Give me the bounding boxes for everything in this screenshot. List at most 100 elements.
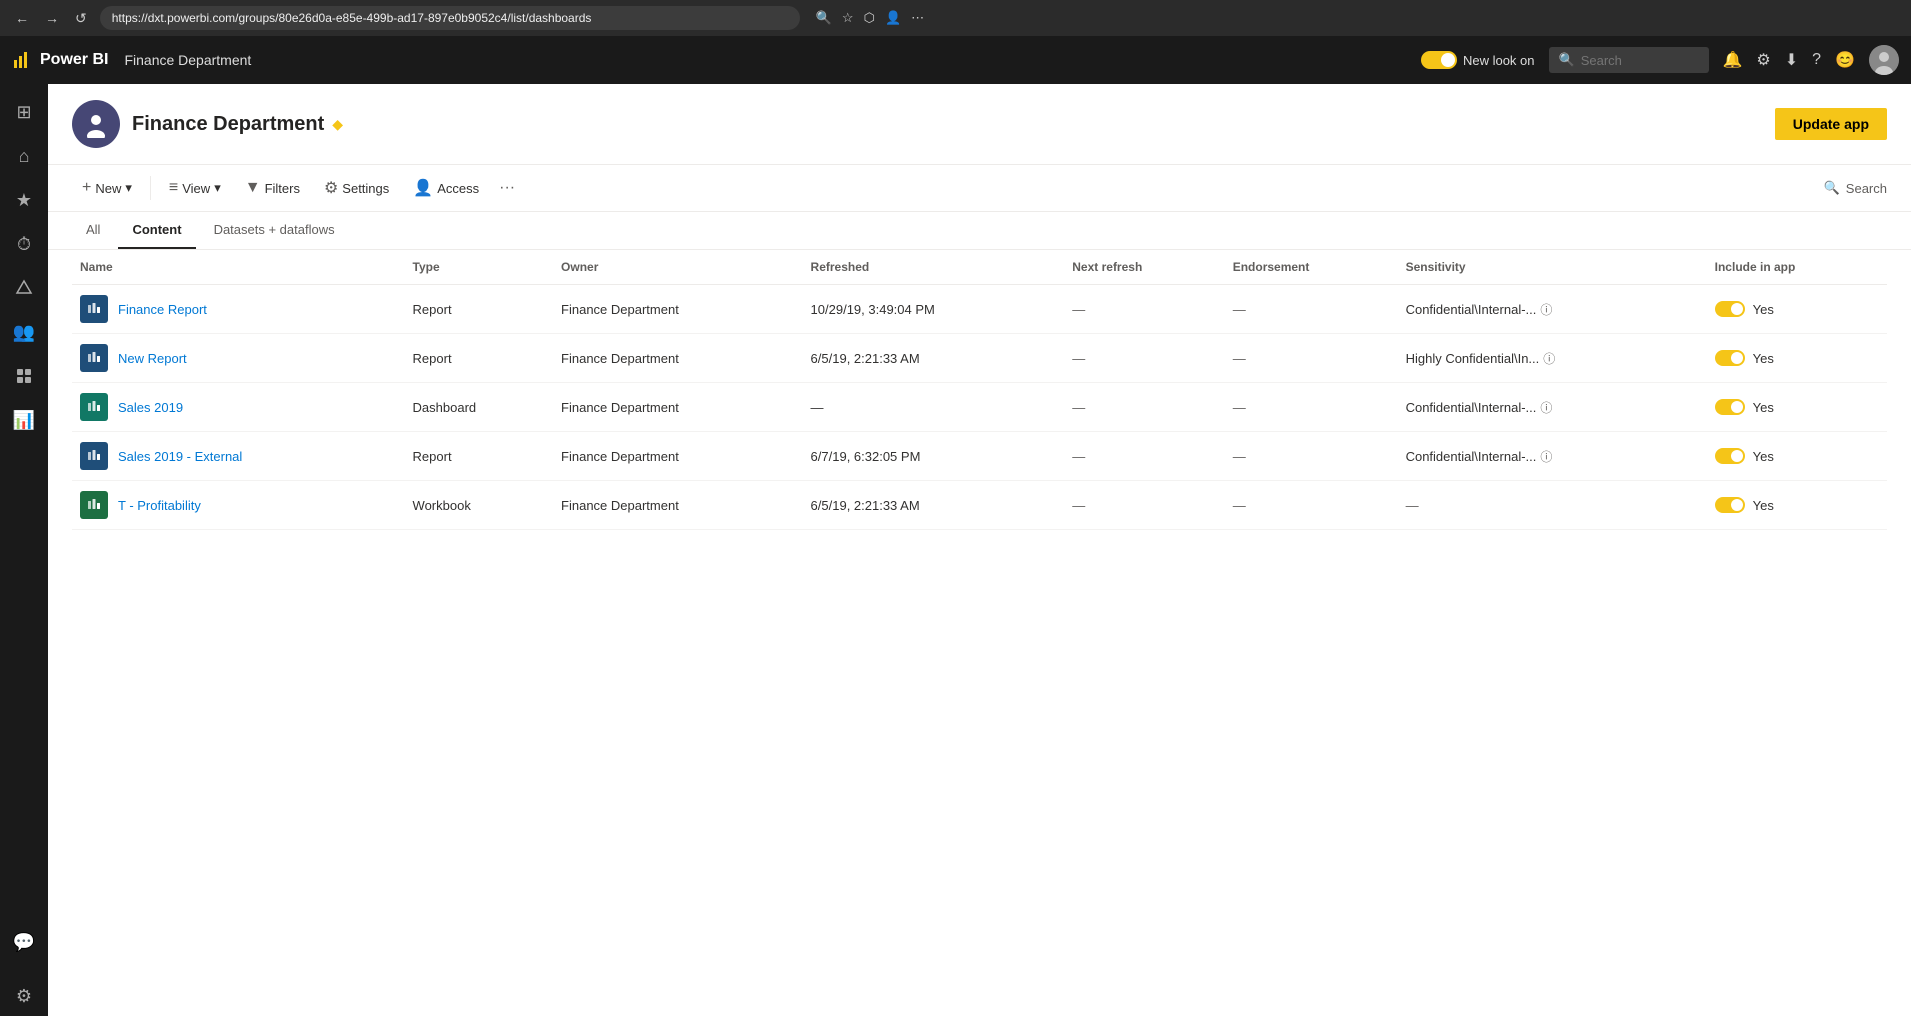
cell-sensitivity-0: Confidential\Internal-...ⓘ bbox=[1398, 285, 1707, 334]
sensitivity-info-icon-0[interactable]: ⓘ bbox=[1540, 303, 1552, 317]
new-look-label: New look on bbox=[1463, 53, 1535, 68]
star-icon[interactable]: ☆ bbox=[842, 10, 854, 26]
table-row: T - Profitability Workbook Finance Depar… bbox=[72, 481, 1887, 530]
content-table: Name Type Owner Refreshed Next refresh E… bbox=[48, 250, 1911, 530]
item-name-1[interactable]: New Report bbox=[118, 351, 187, 366]
sidebar: ⊞ ⌂ ★ ⏱ 👥 📊 💬 ⚙ bbox=[0, 84, 48, 1016]
notifications-icon[interactable]: 🔔 bbox=[1723, 50, 1743, 70]
help-icon[interactable]: ? bbox=[1812, 51, 1821, 69]
filters-button[interactable]: ▼ Filters bbox=[235, 174, 310, 202]
more-options-button[interactable]: ··· bbox=[493, 177, 521, 199]
include-toggle-1[interactable] bbox=[1715, 350, 1745, 366]
sidebar-item-shared[interactable]: 👥 bbox=[4, 312, 44, 352]
cell-refreshed-3: 6/7/19, 6:32:05 PM bbox=[803, 432, 1065, 481]
sidebar-item-settings-bottom[interactable]: ⚙ bbox=[4, 976, 44, 1016]
sensitivity-text-2: Confidential\Internal-... bbox=[1406, 400, 1537, 415]
more-browser-icon[interactable]: ⋯ bbox=[911, 10, 924, 26]
sidebar-item-apps[interactable] bbox=[4, 268, 44, 308]
table-row: Sales 2019 - External Report Finance Dep… bbox=[72, 432, 1887, 481]
tab-datasets[interactable]: Datasets + dataflows bbox=[200, 212, 349, 249]
extension-icon[interactable]: ⬡ bbox=[864, 10, 875, 26]
sidebar-item-recent[interactable]: ⏱ bbox=[4, 224, 44, 264]
access-button[interactable]: 👤 Access bbox=[403, 173, 489, 203]
toolbar-search[interactable]: 🔍 Search bbox=[1824, 180, 1887, 196]
col-header-include: Include in app bbox=[1707, 250, 1887, 285]
include-label-2: Yes bbox=[1753, 400, 1774, 415]
new-button[interactable]: + New ▾ bbox=[72, 174, 142, 202]
col-header-type: Type bbox=[405, 250, 553, 285]
item-icon-0 bbox=[80, 295, 108, 323]
item-name-3[interactable]: Sales 2019 - External bbox=[118, 449, 242, 464]
item-name-2[interactable]: Sales 2019 bbox=[118, 400, 183, 415]
sidebar-item-learn[interactable]: 💬 bbox=[4, 922, 44, 962]
search-box[interactable]: 🔍 bbox=[1549, 47, 1709, 73]
search-box-icon: 🔍 bbox=[1559, 52, 1575, 68]
item-icon-2 bbox=[80, 393, 108, 421]
tab-content[interactable]: Content bbox=[118, 212, 195, 249]
cell-owner-2: Finance Department bbox=[553, 383, 803, 432]
cell-owner-4: Finance Department bbox=[553, 481, 803, 530]
cell-owner-3: Finance Department bbox=[553, 432, 803, 481]
tab-all[interactable]: All bbox=[72, 212, 114, 249]
include-toggle-0[interactable] bbox=[1715, 301, 1745, 317]
new-look-toggle[interactable]: New look on bbox=[1421, 51, 1535, 69]
include-toggle-4[interactable] bbox=[1715, 497, 1745, 513]
download-icon[interactable]: ⬇ bbox=[1785, 50, 1798, 70]
col-header-owner: Owner bbox=[553, 250, 803, 285]
cell-type-0: Report bbox=[405, 285, 553, 334]
cell-include-4: Yes bbox=[1707, 481, 1887, 530]
include-label-0: Yes bbox=[1753, 302, 1774, 317]
sensitivity-info-icon-3[interactable]: ⓘ bbox=[1540, 450, 1552, 464]
forward-button[interactable]: → bbox=[40, 8, 64, 28]
cell-type-1: Report bbox=[405, 334, 553, 383]
cell-name-2: Sales 2019 bbox=[72, 383, 405, 432]
cell-endorsement-3: — bbox=[1225, 432, 1398, 481]
url-bar[interactable] bbox=[100, 6, 800, 30]
new-label: New bbox=[95, 181, 121, 196]
cell-name-1: New Report bbox=[72, 334, 405, 383]
app-logo[interactable]: Power BI bbox=[12, 50, 108, 70]
cell-refreshed-0: 10/29/19, 3:49:04 PM bbox=[803, 285, 1065, 334]
search-input[interactable] bbox=[1581, 53, 1701, 68]
toolbar-right: 🔍 Search bbox=[1824, 180, 1887, 196]
sensitivity-info-icon-1[interactable]: ⓘ bbox=[1543, 352, 1555, 366]
toolbar: + New ▾ ≡ View ▾ ▼ Filters ⚙ Settings 👤 … bbox=[48, 165, 1911, 212]
cell-endorsement-0: — bbox=[1225, 285, 1398, 334]
browser-nav: ← → ↺ bbox=[10, 8, 92, 29]
topnav: Power BI Finance Department New look on … bbox=[0, 36, 1911, 84]
include-toggle-2[interactable] bbox=[1715, 399, 1745, 415]
cell-endorsement-4: — bbox=[1225, 481, 1398, 530]
new-look-pill[interactable] bbox=[1421, 51, 1457, 69]
settings-button[interactable]: ⚙ Settings bbox=[314, 173, 399, 203]
profile-icon[interactable]: 👤 bbox=[885, 10, 901, 26]
include-toggle-3[interactable] bbox=[1715, 448, 1745, 464]
diamond-icon: ◆ bbox=[332, 116, 343, 133]
avatar[interactable] bbox=[1869, 45, 1899, 75]
powerbi-logo-icon bbox=[12, 50, 32, 70]
cell-name-4: T - Profitability bbox=[72, 481, 405, 530]
feedback-icon[interactable]: 😊 bbox=[1835, 50, 1855, 70]
sidebar-item-apps-menu[interactable]: ⊞ bbox=[4, 92, 44, 132]
item-name-0[interactable]: Finance Report bbox=[118, 302, 207, 317]
workspace-title: Finance Department bbox=[132, 113, 324, 136]
sidebar-item-favorites[interactable]: ★ bbox=[4, 180, 44, 220]
sidebar-item-datasets[interactable]: 📊 bbox=[4, 400, 44, 440]
cell-endorsement-2: — bbox=[1225, 383, 1398, 432]
back-button[interactable]: ← bbox=[10, 8, 34, 28]
sidebar-item-workspaces[interactable] bbox=[4, 356, 44, 396]
workspace-avatar-icon bbox=[82, 110, 110, 138]
cell-type-2: Dashboard bbox=[405, 383, 553, 432]
item-name-4[interactable]: T - Profitability bbox=[118, 498, 201, 513]
table-row: Finance Report Report Finance Department… bbox=[72, 285, 1887, 334]
cell-endorsement-1: — bbox=[1225, 334, 1398, 383]
sidebar-item-home[interactable]: ⌂ bbox=[4, 136, 44, 176]
settings-icon[interactable]: ⚙ bbox=[1756, 50, 1770, 70]
workspace-name-topnav: Finance Department bbox=[124, 52, 251, 68]
view-button[interactable]: ≡ View ▾ bbox=[159, 174, 231, 202]
tabs: All Content Datasets + dataflows bbox=[48, 212, 1911, 250]
update-app-button[interactable]: Update app bbox=[1775, 108, 1887, 140]
refresh-button[interactable]: ↺ bbox=[70, 8, 92, 29]
table-row: Sales 2019 Dashboard Finance Department … bbox=[72, 383, 1887, 432]
cell-refreshed-1: 6/5/19, 2:21:33 AM bbox=[803, 334, 1065, 383]
sensitivity-info-icon-2[interactable]: ⓘ bbox=[1540, 401, 1552, 415]
